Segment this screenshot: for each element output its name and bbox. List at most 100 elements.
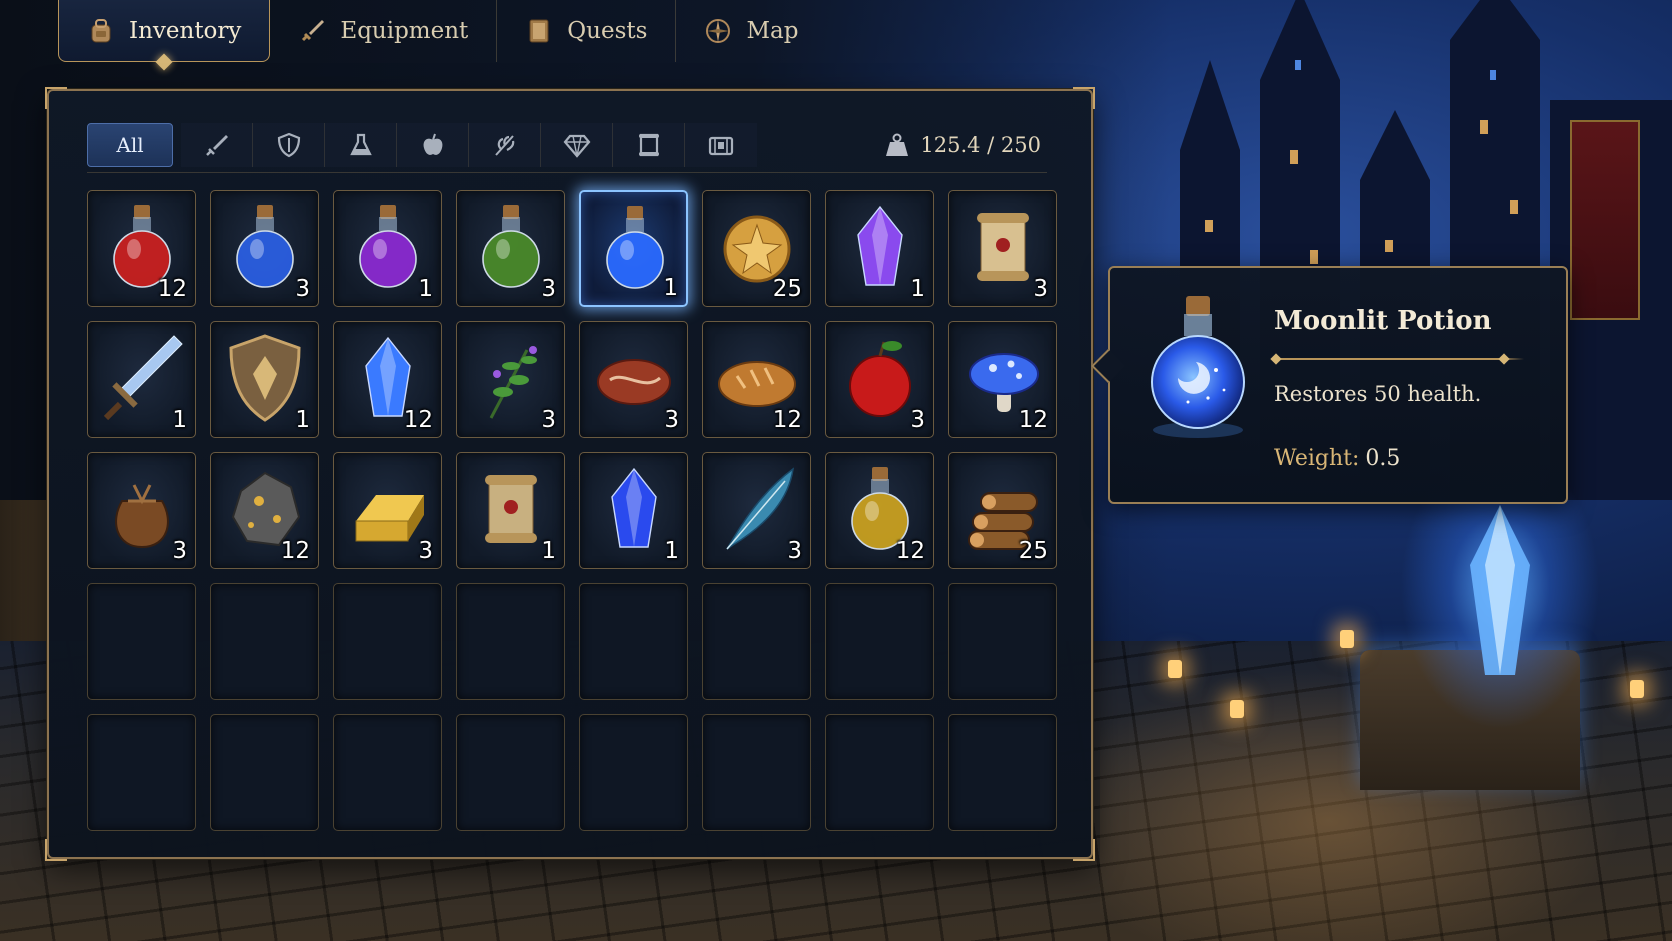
tab-map[interactable]: Map <box>676 0 826 62</box>
book-icon <box>529 19 549 43</box>
empty-slot[interactable] <box>825 583 934 700</box>
filter-all-button[interactable]: All <box>87 122 173 167</box>
sword-icon <box>302 20 325 42</box>
item-slot-parchment-scroll[interactable]: 3 <box>948 190 1057 307</box>
empty-slot[interactable] <box>210 583 319 700</box>
filter-scrolls[interactable] <box>613 122 685 167</box>
backpack-icon <box>91 18 111 42</box>
filter-armor[interactable] <box>253 122 325 167</box>
sword-icon <box>205 134 228 156</box>
chest-icon <box>708 136 734 155</box>
item-quantity: 12 <box>157 276 187 302</box>
item-quantity: 12 <box>772 407 802 433</box>
item-slot-red-potion[interactable]: 12 <box>87 190 196 307</box>
tooltip-weight-value: 0.5 <box>1365 446 1401 471</box>
filter-misc[interactable] <box>685 122 757 167</box>
item-quantity: 12 <box>895 538 925 564</box>
item-quantity: 3 <box>295 276 310 302</box>
tab-inventory[interactable]: Inventory <box>58 0 271 62</box>
item-quantity: 25 <box>1018 538 1048 564</box>
carry-weight: 125.4 / 250 <box>884 132 1047 158</box>
item-quantity: 25 <box>772 276 802 302</box>
empty-slot[interactable] <box>333 714 442 831</box>
item-slot-steak[interactable]: 3 <box>579 321 688 438</box>
flask-icon <box>349 133 372 155</box>
tooltip-weight: Weight: 0.5 <box>1274 446 1400 471</box>
item-slot-green-potion[interactable]: 3 <box>456 190 565 307</box>
tab-label: Inventory <box>129 17 242 44</box>
item-slot-bread-loaf[interactable]: 12 <box>702 321 811 438</box>
item-slot-steel-sword[interactable]: 1 <box>87 321 196 438</box>
item-slot-purple-potion[interactable]: 1 <box>333 190 442 307</box>
moonlit-potion-icon <box>1151 296 1245 438</box>
item-tooltip: Moonlit Potion Restores 50 health. Weigh… <box>1108 266 1568 504</box>
tab-label: Quests <box>567 18 648 44</box>
filter-weapons[interactable] <box>181 122 253 167</box>
item-quantity: 3 <box>418 538 433 564</box>
empty-slot[interactable] <box>456 714 565 831</box>
item-slot-moonlit-potion[interactable]: 1 <box>579 190 688 307</box>
item-slot-blue-crystal[interactable]: 12 <box>333 321 442 438</box>
item-slot-amethyst-crystal[interactable]: 1 <box>825 190 934 307</box>
empty-slot[interactable] <box>456 583 565 700</box>
item-slot-wood-logs[interactable]: 25 <box>948 452 1057 569</box>
filter-food[interactable] <box>397 122 469 167</box>
item-slot-gold-coin[interactable]: 25 <box>702 190 811 307</box>
filter-materials[interactable] <box>469 122 541 167</box>
main-tabs: Inventory Equipment Quests Map <box>58 0 826 62</box>
item-slot-blue-mushroom[interactable]: 12 <box>948 321 1057 438</box>
item-quantity: 1 <box>664 538 679 564</box>
tab-label: Map <box>746 18 799 44</box>
item-slot-herb-sprig[interactable]: 3 <box>456 321 565 438</box>
empty-slot[interactable] <box>702 583 811 700</box>
inventory-grid: 12 3 1 3 1 25 1 3 1 1 12 3 3 12 3 12 3 1… <box>87 190 1057 831</box>
item-slot-blue-feather[interactable]: 3 <box>702 452 811 569</box>
item-slot-red-apple[interactable]: 3 <box>825 321 934 438</box>
item-slot-oil-flask[interactable]: 12 <box>825 452 934 569</box>
item-slot-sapphire-gem[interactable]: 1 <box>579 452 688 569</box>
item-quantity: 3 <box>541 407 556 433</box>
item-quantity: 1 <box>910 276 925 302</box>
item-slot-iron-ore[interactable]: 12 <box>210 452 319 569</box>
item-slot-rolled-scroll[interactable]: 1 <box>456 452 565 569</box>
glowing-crystal <box>1470 505 1530 675</box>
tooltip-description: Restores 50 health. <box>1274 382 1482 406</box>
item-quantity: 1 <box>295 407 310 433</box>
empty-slot[interactable] <box>702 714 811 831</box>
item-quantity: 3 <box>664 407 679 433</box>
item-slot-blue-potion[interactable]: 3 <box>210 190 319 307</box>
empty-slot[interactable] <box>87 714 196 831</box>
empty-slot[interactable] <box>579 583 688 700</box>
scroll-icon <box>638 133 659 156</box>
item-quantity: 1 <box>172 407 187 433</box>
empty-slot[interactable] <box>87 583 196 700</box>
empty-slot[interactable] <box>210 714 319 831</box>
item-quantity: 1 <box>541 538 556 564</box>
empty-slot[interactable] <box>825 714 934 831</box>
empty-slot[interactable] <box>333 583 442 700</box>
tab-quests[interactable]: Quests <box>497 0 677 62</box>
tooltip-divider <box>1274 358 1524 360</box>
tab-equipment[interactable]: Equipment <box>270 0 498 62</box>
tooltip-item-name: Moonlit Potion <box>1274 306 1492 336</box>
inventory-panel: All 125.4 / 250 12 3 1 3 1 25 1 3 1 1 12… <box>45 87 1095 861</box>
item-quantity: 1 <box>418 276 433 302</box>
gem-icon <box>563 134 590 158</box>
weight-text: 125.4 / 250 <box>920 132 1041 157</box>
item-quantity: 3 <box>172 538 187 564</box>
weight-icon <box>886 133 909 156</box>
lamp-light <box>1230 700 1244 718</box>
tab-label: Equipment <box>340 18 469 44</box>
item-quantity: 1 <box>663 275 678 301</box>
tooltip-weight-label: Weight: <box>1274 446 1360 471</box>
compass-icon <box>706 19 731 43</box>
empty-slot[interactable] <box>948 714 1057 831</box>
filter-potions[interactable] <box>325 122 397 167</box>
empty-slot[interactable] <box>579 714 688 831</box>
filter-gems[interactable] <box>541 122 613 167</box>
item-slot-eagle-shield[interactable]: 1 <box>210 321 319 438</box>
empty-slot[interactable] <box>948 583 1057 700</box>
item-slot-gold-bar[interactable]: 3 <box>333 452 442 569</box>
lamp-light <box>1168 660 1182 678</box>
item-slot-leather-pouch[interactable]: 3 <box>87 452 196 569</box>
